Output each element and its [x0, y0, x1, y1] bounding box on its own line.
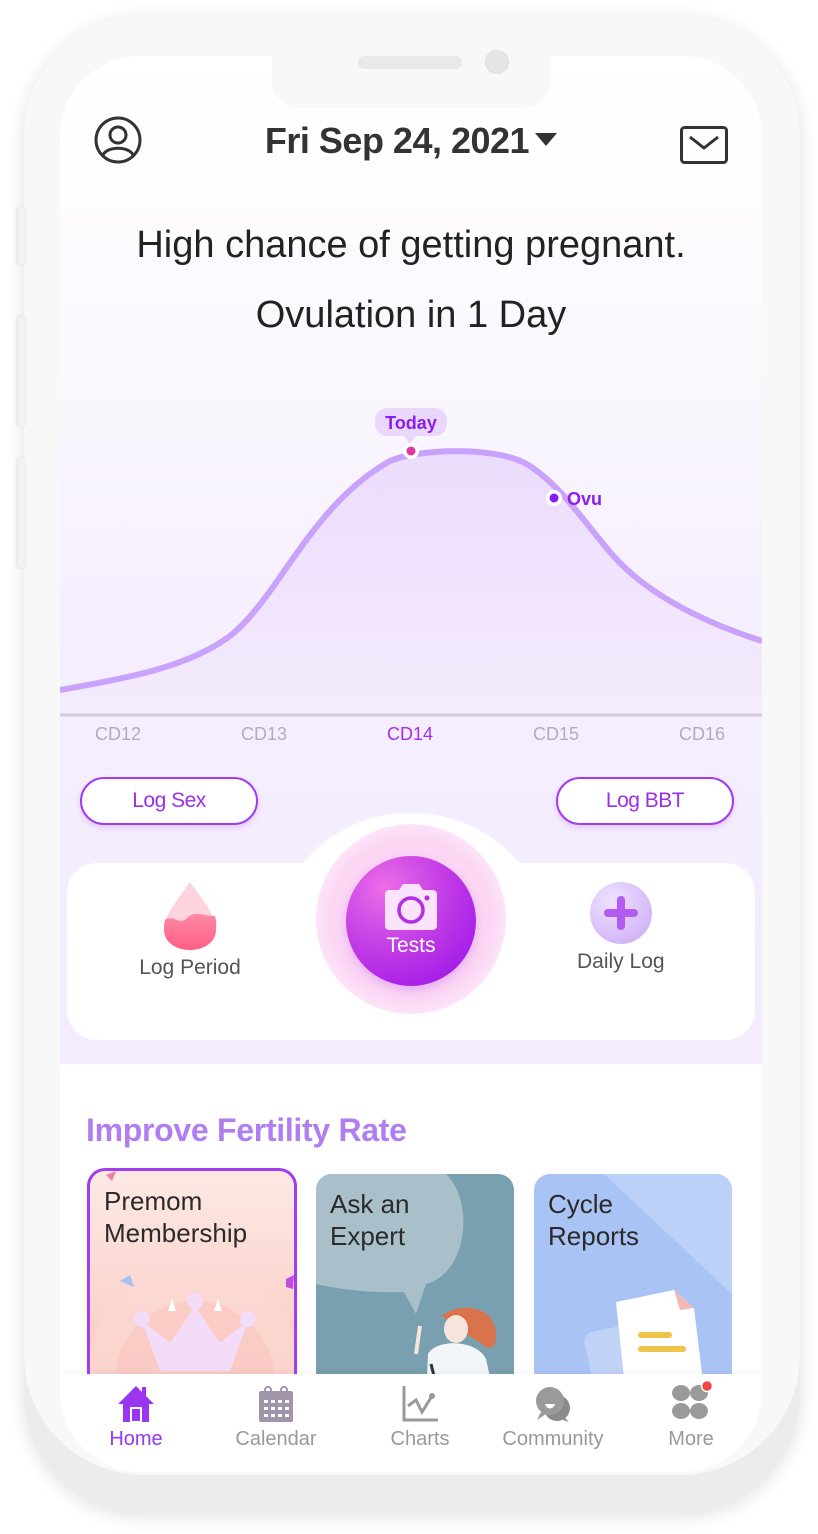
tests-button[interactable]: Tests	[346, 856, 476, 986]
ovulation-dot	[549, 493, 559, 503]
messages-button[interactable]	[680, 126, 728, 164]
bottom-navigation: Home Calendar Charts Community More	[60, 1374, 762, 1472]
daily-log-button[interactable]: Daily Log	[577, 880, 665, 974]
tests-label: Tests	[386, 934, 436, 957]
camera-icon	[385, 884, 437, 930]
chat-bubbles-icon	[536, 1387, 570, 1422]
volume-up-button	[18, 316, 26, 426]
today-dot	[406, 446, 416, 456]
grid-petals-icon	[672, 1380, 713, 1419]
date-selector[interactable]: Fri Sep 24, 2021	[60, 120, 762, 162]
cycle-reports-card[interactable]: Cycle Reports	[534, 1174, 732, 1404]
today-tooltip-pointer	[404, 436, 416, 444]
log-period-label: Log Period	[139, 956, 241, 979]
nav-item-charts[interactable]: Charts	[360, 1384, 480, 1451]
ovulation-label: Ovu	[567, 489, 602, 509]
phone-speaker	[358, 56, 462, 69]
ask-expert-card[interactable]: Ask an Expert	[316, 1174, 514, 1404]
curve-area	[60, 451, 762, 716]
nav-label-more: More	[668, 1428, 714, 1450]
date-label: Fri Sep 24, 2021	[264, 120, 530, 161]
mute-switch	[18, 207, 26, 265]
section-title: Improve Fertility Rate	[86, 1112, 407, 1148]
today-label: Today	[385, 413, 437, 433]
nav-label-community: Community	[502, 1428, 604, 1450]
axis-label-cd13[interactable]: CD13	[241, 724, 287, 745]
nav-label-charts: Charts	[390, 1428, 450, 1450]
axis-label-cd16[interactable]: CD16	[679, 724, 725, 745]
caret-down-icon	[535, 132, 558, 146]
nav-item-home[interactable]: Home	[76, 1384, 196, 1451]
nav-item-community[interactable]: Community	[493, 1384, 613, 1451]
phone-front-camera	[485, 50, 509, 74]
card-title: Ask an Expert	[330, 1189, 410, 1251]
log-bbt-button[interactable]: Log BBT	[556, 777, 734, 825]
ovulation-countdown: Ovulation in 1 Day	[255, 294, 567, 336]
card-title: Premom Membership	[104, 1186, 248, 1248]
app-screen: Fri Sep 24, 2021 High chance of getting …	[60, 56, 762, 1472]
card-title: Cycle Reports	[548, 1189, 640, 1251]
calendar-icon	[259, 1386, 293, 1422]
log-sex-button[interactable]: Log Sex	[80, 777, 258, 825]
nav-item-calendar[interactable]: Calendar	[216, 1384, 336, 1451]
plus-circle-icon	[589, 882, 652, 944]
home-icon	[118, 1386, 154, 1423]
log-period-button[interactable]: Log Period	[130, 880, 250, 980]
fertility-status-headline: High chance of getting pregnant.	[136, 224, 686, 266]
volume-down-button	[18, 458, 26, 568]
axis-label-cd12[interactable]: CD12	[95, 724, 141, 745]
fertility-curve-chart: Today Ovu	[60, 408, 762, 717]
cycle-day-axis: CD12 CD13 CD14 CD15 CD16	[60, 724, 762, 750]
nav-label-calendar: Calendar	[235, 1428, 317, 1450]
nav-item-more[interactable]: More	[631, 1380, 751, 1451]
notification-badge	[700, 1380, 713, 1393]
envelope-icon	[680, 126, 728, 164]
daily-log-label: Daily Log	[577, 950, 665, 973]
premom-membership-card[interactable]: Premom Membership	[87, 1168, 297, 1398]
chart-line-icon	[402, 1386, 438, 1422]
nav-label-home: Home	[109, 1428, 163, 1450]
axis-label-cd15[interactable]: CD15	[533, 724, 579, 745]
axis-label-cd14[interactable]: CD14	[387, 724, 433, 745]
blood-drop-icon	[164, 882, 217, 950]
